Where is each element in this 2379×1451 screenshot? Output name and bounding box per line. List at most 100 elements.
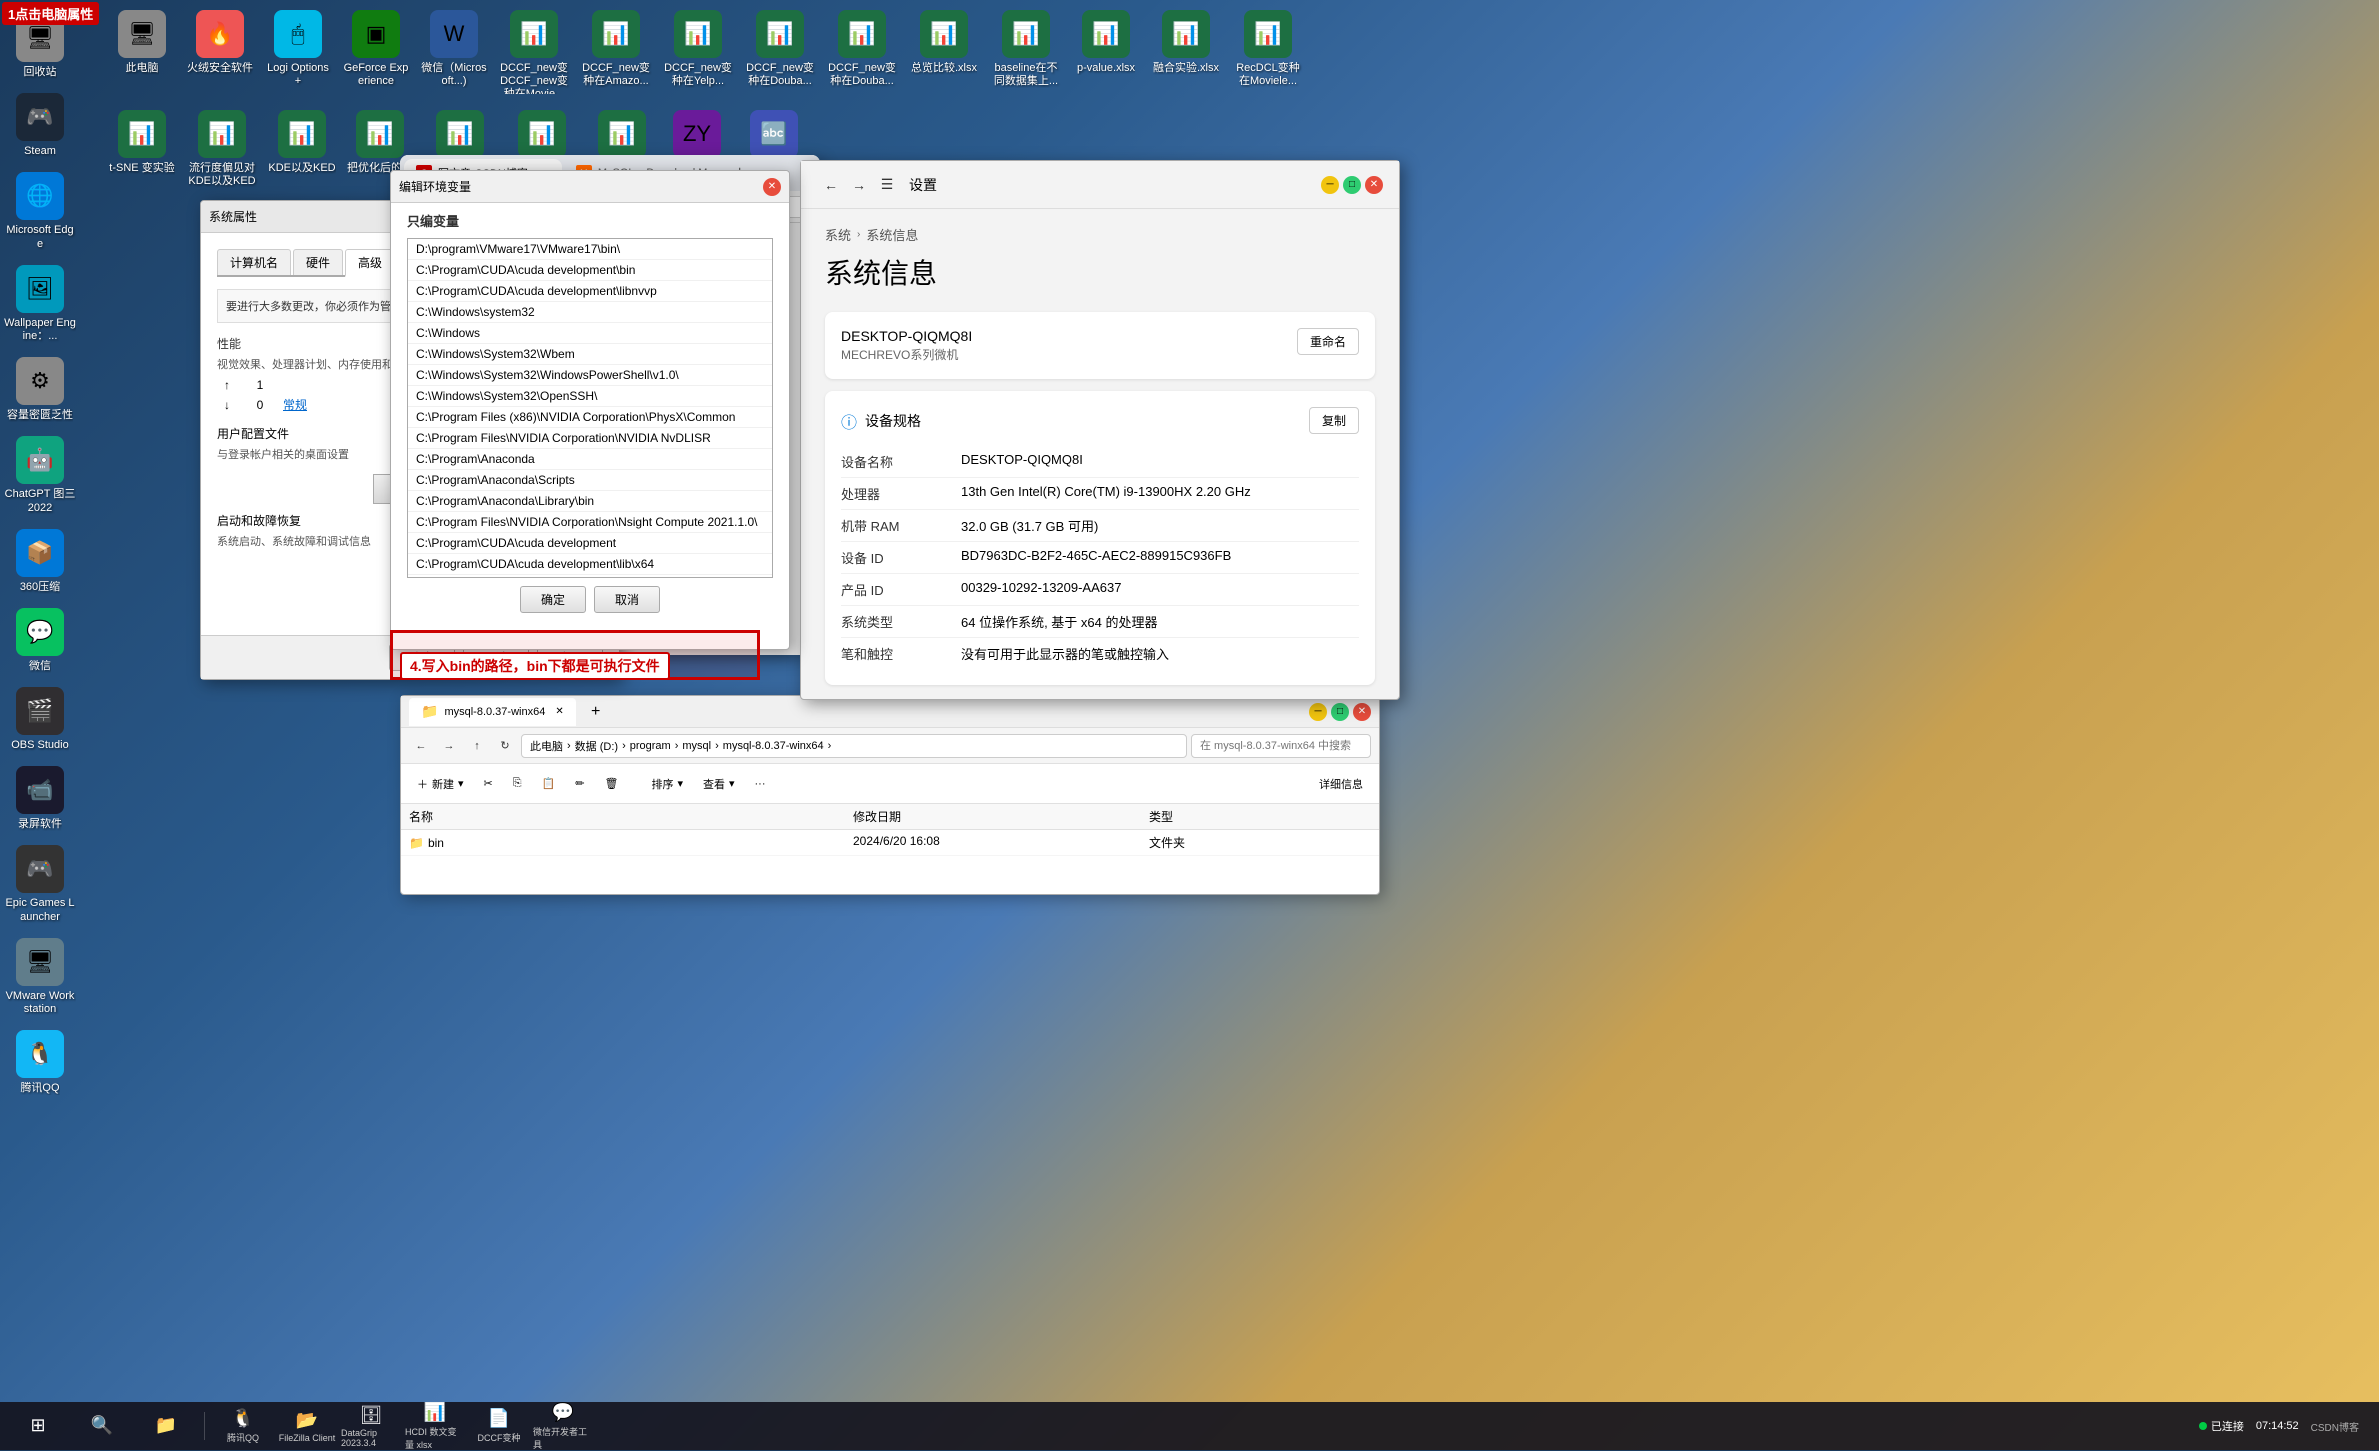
taskbar-item-qq[interactable]: 🐧 腾讯QQ [213,1404,273,1448]
env-path-item-13[interactable]: C:\Program Files\NVIDIA Corporation\Nsig… [408,512,772,533]
fe-new-button[interactable]: ＋ 新建 ▾ [409,772,472,796]
fe-refresh-button[interactable]: ↻ [493,734,517,758]
icon-dccf3[interactable]: 📊 DCCF_new变种在Yelp... [658,4,738,100]
env-path-item-14[interactable]: C:\Program\CUDA\cuda development [408,533,772,554]
env-path-item-11[interactable]: C:\Program\Anaconda\Scripts [408,470,772,491]
settings-close-button[interactable]: ✕ [1365,176,1383,194]
taskbar-item-files[interactable]: 📁 [136,1404,196,1448]
copy-specs-button[interactable]: 复制 [1309,407,1359,434]
icon-dccf2[interactable]: 📊 DCCF_new变种在Amazo... [576,4,656,100]
icon-tsne[interactable]: 📊 t-SNE 变实验 [104,104,180,194]
fe-tab-close[interactable]: ✕ [555,706,563,717]
icon-logi[interactable]: 🖱 Logi Options+ [260,4,336,100]
icon-dccf5[interactable]: 📊 DCCF_new变种在Douba... [822,4,902,100]
env-path-item-3[interactable]: C:\Windows\system32 [408,302,772,323]
env-vars-close-button[interactable]: ✕ [763,178,781,196]
fe-rename-button[interactable]: ✏ [567,773,592,794]
taskbar-item-start[interactable]: ⊞ [8,1404,68,1448]
sidebar-item-wallpaper[interactable]: 🖼 Wallpaper Engine：... [0,259,80,349]
env-path-item-16[interactable]: C:\Program\CUDA\cuda development\bin [408,575,772,578]
sidebar-item-steam[interactable]: 🎮 Steam [0,87,80,164]
env-cancel-button[interactable]: 取消 [594,586,660,613]
icon-word[interactable]: W 微信（Microsoft...) [416,4,492,100]
rename-button[interactable]: 重命名 [1297,328,1359,355]
icon-recdcl[interactable]: 📊 RecDCL变种在Moviele... [1228,4,1308,100]
icon-pvalue[interactable]: 📊 p-value.xlsx [1068,4,1144,100]
sidebar-item-vmware[interactable]: 🖥 VMware Workstation [0,932,80,1022]
settings-back-button[interactable]: ← [817,171,845,199]
sidebar-item-360[interactable]: 📦 360压缩 [0,523,80,600]
icon-kde[interactable]: 📊 KDE以及KED [264,104,340,194]
perf-link[interactable]: 常规 [283,396,307,413]
sidebar-item-edge[interactable]: 🌐 Microsoft Edge [0,166,80,256]
sidebar-item-settings[interactable]: ⚙ 容量密匮乏性 [0,351,80,428]
link-domain[interactable]: 域或工作组 [889,697,949,699]
env-path-item-12[interactable]: C:\Program\Anaconda\Library\bin [408,491,772,512]
env-path-item-6[interactable]: C:\Windows\System32\WindowsPowerShell\v1… [408,365,772,386]
link-sysprotect[interactable]: 系统保护 [965,697,1013,699]
fe-cut-button[interactable]: ✂ [476,773,501,794]
taskbar-item-dev[interactable]: 💬 微信开发者工具 [533,1404,593,1448]
sidebar-item-obs[interactable]: 🎬 OBS Studio [0,681,80,758]
env-path-item-8[interactable]: C:\Program Files (x86)\NVIDIA Corporatio… [408,407,772,428]
fe-row-bin[interactable]: 📁 bin 2024/6/20 16:08 文件夹 [401,830,1379,856]
icon-dccf4[interactable]: 📊 DCCF_new变种在Douba... [740,4,820,100]
fe-breadcrumb[interactable]: 此电脑 › 数据 (D:) › program › mysql › mysql-… [521,734,1187,758]
env-path-item-2[interactable]: C:\Program\CUDA\cuda development\libnvvp [408,281,772,302]
icon-pc-top[interactable]: 🖥 此电脑 [104,4,180,100]
fe-forward-button[interactable]: → [437,734,461,758]
sidebar-item-qq[interactable]: 🐧 腾讯QQ [0,1024,80,1101]
sidebar-item-pc[interactable]: 🖥 回收站 [0,8,80,85]
sidebar-item-wechat[interactable]: 💬 微信 [0,602,80,679]
env-path-item-7[interactable]: C:\Windows\System32\OpenSSH\ [408,386,772,407]
fe-view-button[interactable]: 查看 ▾ [695,772,743,796]
fe-search-input[interactable] [1191,734,1371,758]
taskbar-item-excel[interactable]: 📊 HCDI 数文变量 xlsx [405,1404,465,1448]
taskbar-item-search[interactable]: 🔍 [72,1404,132,1448]
sidebar-item-epicgames[interactable]: 🎮 Epic Games Launcher [0,839,80,929]
icon-geforce[interactable]: ▣ GeForce Experience [338,4,414,100]
fe-copy-button[interactable]: ⎘ [505,773,530,794]
taskbar-item-filezilla[interactable]: 📂 FileZilla Client [277,1404,337,1448]
tab-hardware[interactable]: 硬件 [293,249,343,275]
fe-up-button[interactable]: ↑ [465,734,489,758]
fe-add-tab-button[interactable]: + [584,700,608,724]
env-path-item-1[interactable]: C:\Program\CUDA\cuda development\bin [408,260,772,281]
icon-flow[interactable]: 📊 流行度偏见对 KDE以及KED [182,104,262,194]
fe-more-button[interactable]: ··· [747,774,774,794]
fe-sort-button[interactable]: 排序 ▾ [643,772,691,796]
icon-dccf1[interactable]: 📊 DCCF_new变 DCCF_new变种在Movie... [494,4,574,100]
settings-min-button[interactable]: ─ [1321,176,1339,194]
settings-menu-button[interactable]: ☰ [873,171,901,199]
icon-baseline[interactable]: 📊 baseline在不同数据集上... [986,4,1066,100]
fe-paste-button[interactable]: 📋 [534,773,564,794]
icon-huojian[interactable]: 🔥 火绒安全软件 [182,4,258,100]
settings-max-button[interactable]: □ [1343,176,1361,194]
taskbar-item-dccf[interactable]: 📄 DCCF变种 [469,1404,529,1448]
fe-details-button[interactable]: 详细信息 [1311,772,1371,796]
icon-ronghe[interactable]: 📊 融合实验.xlsx [1146,4,1226,100]
fe-min-button[interactable]: ─ [1309,703,1327,721]
icon-summary[interactable]: 📊 总览比较.xlsx [904,4,984,100]
fe-back-button[interactable]: ← [409,734,433,758]
link-advanced-settings[interactable]: 高级系统设置 [1029,697,1101,699]
env-path-item-15[interactable]: C:\Program\CUDA\cuda development\lib\x64 [408,554,772,575]
env-path-item-10[interactable]: C:\Program\Anaconda [408,449,772,470]
sidebar-item-obs2[interactable]: 📹 录屏软件 [0,760,80,837]
env-path-item-0[interactable]: D:\program\VMware17\VMware17\bin\ [408,239,772,260]
env-path-item-5[interactable]: C:\Windows\System32\Wbem [408,344,772,365]
sidebar-item-chatgpt[interactable]: 🤖 ChatGPT 图三 2022 [0,430,80,520]
env-path-item-9[interactable]: C:\Program Files\NVIDIA Corporation\NVID… [408,428,772,449]
taskbar-item-dg[interactable]: 🗄 DataGrip 2023.3.4 [341,1404,401,1448]
settings-forward-button[interactable]: → [845,171,873,199]
tab-computername[interactable]: 计算机名 [217,249,291,275]
env-path-list[interactable]: D:\program\VMware17\VMware17\bin\C:\Prog… [407,238,773,578]
summary-icon: 📊 [920,10,968,58]
fe-close-button[interactable]: ✕ [1353,703,1371,721]
fe-tab[interactable]: 📁 mysql-8.0.37-winx64 ✕ [409,698,576,726]
env-ok-button[interactable]: 确定 [520,586,586,613]
fe-delete-button[interactable]: 🗑 [596,773,626,794]
fe-max-button[interactable]: □ [1331,703,1349,721]
tab-advanced[interactable]: 高级 [345,249,395,277]
env-path-item-4[interactable]: C:\Windows [408,323,772,344]
